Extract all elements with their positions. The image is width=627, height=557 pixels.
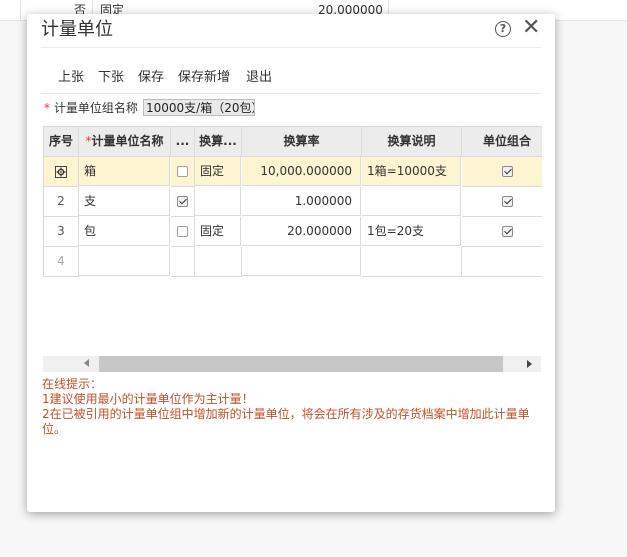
grid-header: 序号 *计量单位名称 ... 换算... 换算率 换算说明 单位组合: [44, 127, 542, 157]
main-unit-checkbox-cell[interactable]: [171, 157, 195, 187]
group-name-label-text: 计量单位组名称: [53, 101, 138, 115]
save-new-button[interactable]: 保存新增: [178, 69, 230, 87]
main-unit-checkbox[interactable]: [177, 166, 188, 177]
exit-button[interactable]: 退出: [246, 69, 272, 87]
unit-grid: 序号 *计量单位名称 ... 换算... 换算率 换算说明 单位组合 箱 固定 …: [43, 126, 542, 277]
table-row[interactable]: 4: [44, 247, 542, 277]
next-button[interactable]: 下张: [98, 69, 124, 87]
group-checkbox-cell[interactable]: [462, 247, 542, 277]
header-name[interactable]: *计量单位名称: [79, 127, 171, 157]
unit-name-cell[interactable]: [79, 247, 170, 276]
main-unit-checkbox-cell[interactable]: [171, 247, 195, 277]
header-rate[interactable]: 换算率: [242, 127, 362, 157]
header-name-label: 计量单位名称: [91, 134, 164, 148]
desc-cell[interactable]: 1箱=10000支: [362, 157, 461, 186]
unit-name-cell[interactable]: 包: [79, 217, 170, 246]
scroll-right-icon[interactable]: [527, 360, 532, 368]
rate-cell[interactable]: [242, 247, 361, 276]
background-divider: [20, 0, 21, 20]
header-desc[interactable]: 换算说明: [362, 127, 462, 157]
conv-type-cell[interactable]: [195, 187, 241, 216]
scrollbar-thumb[interactable]: [99, 356, 503, 372]
main-unit-checkbox[interactable]: [177, 196, 188, 207]
header-group[interactable]: 单位组合: [462, 127, 542, 157]
dialog-title: 计量单位: [41, 19, 113, 40]
row-settings-cell[interactable]: [44, 157, 79, 187]
group-checkbox-cell[interactable]: [462, 187, 542, 217]
required-mark: *: [44, 101, 50, 115]
scroll-left-icon[interactable]: [84, 359, 89, 367]
group-name-field[interactable]: 10000支/箱（20包）: [143, 99, 255, 116]
tips-heading: 在线提示：: [42, 377, 103, 391]
prev-button[interactable]: 上张: [58, 69, 84, 87]
group-name-label: * 计量单位组名称: [44, 100, 138, 116]
rate-cell[interactable]: 10,000.000000: [242, 157, 361, 186]
conv-type-cell[interactable]: 固定: [195, 157, 241, 186]
main-unit-checkbox-cell[interactable]: [171, 217, 195, 247]
tips-line-1: 1建议使用最小的计量单位作为主计量！: [42, 392, 254, 406]
toolbar-divider: [41, 93, 541, 94]
header-seq[interactable]: 序号: [44, 127, 79, 157]
group-checkbox-cell[interactable]: [462, 157, 542, 187]
conv-type-cell[interactable]: [195, 247, 242, 277]
desc-cell[interactable]: [362, 247, 462, 277]
close-icon[interactable]: ✕: [522, 16, 540, 40]
main-unit-checkbox[interactable]: [177, 226, 188, 237]
table-row[interactable]: 2 支 1.000000: [44, 187, 542, 217]
conv-type-cell[interactable]: 固定: [195, 217, 241, 246]
save-button[interactable]: 保存: [138, 69, 164, 87]
unit-name-cell[interactable]: 箱: [79, 157, 170, 186]
online-tips: 在线提示： 1建议使用最小的计量单位作为主计量！ 2在已被引用的计量单位组中增加…: [42, 377, 540, 437]
desc-cell[interactable]: 1包=20支: [362, 217, 461, 246]
table-row[interactable]: 3 包 固定 20.000000 1包=20支: [44, 217, 542, 247]
unit-dialog: 计量单位 ? ✕ 上张 下张 保存 保存新增 退出 * 计量单位组名称 1000…: [27, 14, 555, 512]
title-divider: [41, 47, 541, 48]
header-conv-type[interactable]: 换算...: [195, 127, 242, 157]
group-checkbox[interactable]: [501, 166, 513, 177]
header-main[interactable]: ...: [171, 127, 195, 157]
unit-name-cell[interactable]: 支: [79, 187, 170, 216]
gear-icon[interactable]: [55, 165, 67, 178]
tips-line-2: 2在已被引用的计量单位组中增加新的计量单位，将会在所有涉及的存货档案中增加此计量…: [42, 407, 530, 436]
table-row[interactable]: 箱 固定 10,000.000000 1箱=10000支: [44, 157, 542, 187]
seq-cell: 3: [44, 217, 79, 247]
group-checkbox[interactable]: [501, 226, 513, 237]
horizontal-scrollbar[interactable]: [43, 356, 541, 372]
seq-cell: 4: [44, 247, 79, 277]
desc-cell[interactable]: [362, 187, 461, 216]
group-checkbox[interactable]: [501, 196, 513, 207]
seq-cell: 2: [44, 187, 79, 217]
group-checkbox-cell[interactable]: [462, 217, 542, 247]
main-unit-checkbox-cell[interactable]: [171, 187, 195, 217]
rate-cell[interactable]: 1.000000: [242, 187, 361, 216]
rate-cell[interactable]: 20.000000: [242, 217, 361, 246]
help-icon[interactable]: ?: [495, 21, 511, 37]
